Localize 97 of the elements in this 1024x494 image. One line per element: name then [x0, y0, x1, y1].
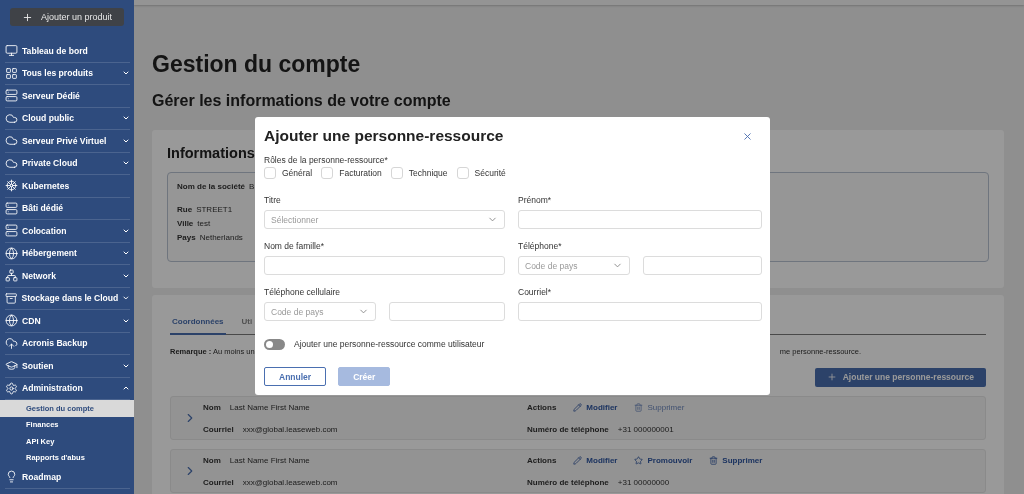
- contact-email: xxx@global.leaseweb.com: [242, 424, 338, 435]
- field-label: Nom de famille*: [264, 241, 325, 252]
- row-label: Actions: [527, 455, 557, 466]
- contact-email: xxx@global.leaseweb.com: [242, 477, 338, 488]
- info-value: B: [249, 182, 255, 191]
- info-label: Nom de la société: [177, 182, 246, 191]
- sidebar-item[interactable]: Tous les produits: [5, 62, 130, 85]
- roles-label: Rôles de la personne-ressource*: [264, 155, 389, 166]
- checkbox-label: Général: [282, 168, 313, 178]
- sidebar-item[interactable]: Serveur Dédié: [5, 85, 130, 108]
- page-title: Gestion du compte: [152, 50, 362, 78]
- row-label: Nom: [203, 402, 221, 413]
- field-label: Téléphone*: [518, 241, 563, 252]
- info-label: Rue: [177, 205, 193, 214]
- sidebar-item[interactable]: Serveur Privé Virtuel: [5, 130, 130, 153]
- network-icon: [5, 269, 18, 283]
- sidebar-item[interactable]: Acronis Backup: [5, 332, 130, 355]
- field-label: Courriel*: [518, 287, 553, 298]
- text-input[interactable]: [518, 210, 762, 229]
- info-value: test: [197, 219, 211, 228]
- server-icon: [5, 224, 18, 238]
- action-link[interactable]: Supprimer: [709, 455, 763, 466]
- field-label: Prénom*: [518, 195, 553, 206]
- contact-phone: +31 000000001: [617, 424, 674, 435]
- contact-name: Last Name First Name: [229, 402, 310, 413]
- star-icon: [634, 456, 644, 465]
- cancel-button[interactable]: Annuler: [264, 367, 327, 386]
- checkbox-label: Technique: [408, 168, 448, 178]
- sidebar-item[interactable]: Cloud public: [5, 107, 130, 130]
- globe-icon: [5, 314, 18, 328]
- contact-name: Last Name First Name: [229, 455, 310, 466]
- checkbox[interactable]: [321, 167, 334, 179]
- info-label: Pays: [177, 233, 196, 242]
- checkbox[interactable]: [264, 167, 276, 179]
- contact-phone: +31 00000000: [617, 477, 670, 488]
- add-product-button[interactable]: Ajouter un produit: [10, 8, 124, 26]
- row-label: Numéro de téléphone: [527, 424, 609, 435]
- cloud-icon: [5, 111, 18, 125]
- row-label: Courriel: [203, 424, 234, 435]
- sidebar-item[interactable]: Hébergement: [5, 242, 130, 265]
- tab[interactable]: Coordonnées: [170, 315, 226, 335]
- info-label: Ville: [177, 219, 194, 228]
- pencil-icon: [573, 403, 583, 412]
- phone-input[interactable]: [389, 302, 505, 321]
- phone-input[interactable]: [643, 256, 762, 275]
- cloud-icon: [5, 134, 18, 148]
- add-contact-button[interactable]: Ajouter une personne-ressource: [814, 367, 986, 387]
- info-value: STREET1: [196, 205, 233, 214]
- toggle-switch[interactable]: [264, 339, 285, 350]
- sidebar-item[interactable]: Private Cloud: [5, 152, 130, 175]
- plus-icon: [826, 372, 837, 382]
- row-label: Actions: [527, 402, 557, 413]
- checkbox[interactable]: [390, 167, 403, 179]
- sidebar-item[interactable]: CDN: [5, 310, 130, 333]
- monitor-icon: [5, 44, 18, 58]
- field-label: Titre: [264, 195, 282, 206]
- server-icon: [5, 201, 18, 215]
- archive-icon: [5, 291, 18, 305]
- close-button[interactable]: [742, 130, 753, 142]
- text-input[interactable]: [264, 256, 505, 275]
- card-title: Informations: [167, 144, 255, 163]
- globe-icon: [5, 246, 18, 260]
- cloud-icon: [5, 156, 18, 170]
- grid-icon: [5, 66, 18, 80]
- dialog-title: Ajouter une personne-ressource: [264, 126, 504, 146]
- action-link[interactable]: Modifier: [573, 455, 618, 466]
- info-value: Netherlands: [199, 233, 243, 242]
- trash-icon: [709, 456, 719, 465]
- sidebar-item[interactable]: Kubernetes: [5, 175, 130, 198]
- action-link[interactable]: Promouvoir: [634, 455, 693, 466]
- row-label: Courriel: [203, 477, 234, 488]
- row-label: Nom: [203, 455, 221, 466]
- checkbox-label: Sécurité: [474, 168, 506, 178]
- checkbox[interactable]: [456, 167, 469, 179]
- sidebar-item[interactable]: Network: [5, 265, 130, 288]
- checkbox-label: Facturation: [339, 168, 382, 178]
- text-input[interactable]: [518, 302, 762, 321]
- sidebar-item[interactable]: Soutien: [5, 355, 130, 378]
- wheel-icon: [5, 179, 18, 193]
- field-label: Téléphone cellulaire: [264, 287, 342, 298]
- pencil-icon: [573, 456, 583, 465]
- graduation-cap-icon: [5, 359, 18, 373]
- sidebar-item[interactable]: Tableau de bord: [5, 40, 130, 63]
- sidebar-item[interactable]: Colocation: [5, 220, 130, 243]
- trash-icon: [634, 403, 644, 412]
- plus-icon: [21, 11, 33, 23]
- server-icon: [5, 89, 18, 103]
- sidebar-item[interactable]: Roadmap: [5, 466, 130, 489]
- page-subtitle: Gérer les informations de votre compte: [152, 91, 452, 111]
- row-label: Numéro de téléphone: [527, 477, 609, 488]
- settings-icon: [5, 381, 18, 395]
- action-link[interactable]: Modifier: [573, 402, 618, 413]
- toggle-label: Ajouter une personne-ressource comme utilisateur: [294, 339, 485, 350]
- sidebar-item[interactable]: Stockage dans le Cloud: [5, 287, 130, 310]
- lightbulb-icon: [5, 470, 18, 484]
- cloud-upload-icon: [5, 336, 18, 350]
- sidebar-item[interactable]: Bâti dédié: [5, 197, 130, 220]
